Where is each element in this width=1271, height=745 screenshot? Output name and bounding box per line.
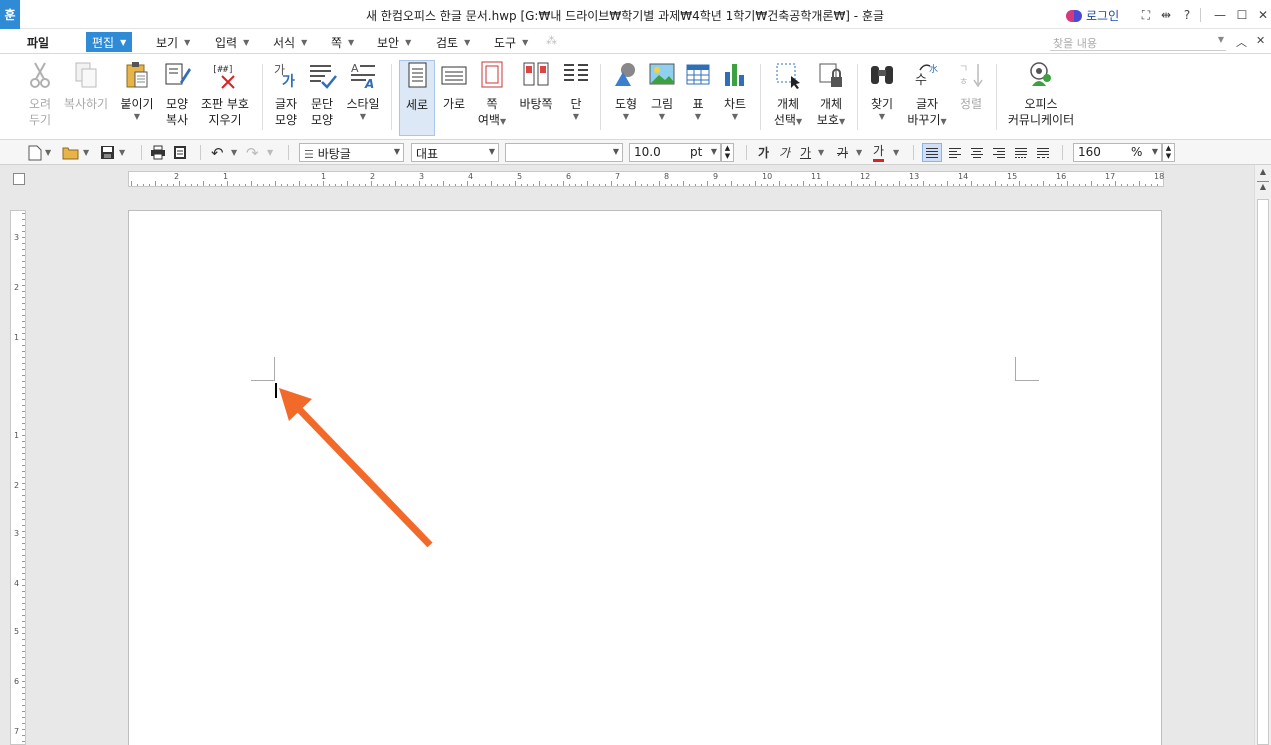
vertical-scrollbar[interactable]: ▲ ▲: [1254, 165, 1271, 745]
annotation-arrow: [279, 388, 433, 548]
scroll-top-icon[interactable]: ▲: [1257, 181, 1269, 193]
hwp-window: 훈 새 한컴오피스 한글 문서.hwp [G:₩내 드라이브₩학기별 과제₩4학…: [0, 0, 1271, 745]
scrollbar-thumb[interactable]: [1257, 199, 1269, 745]
scroll-up-icon[interactable]: ▲: [1257, 167, 1269, 179]
